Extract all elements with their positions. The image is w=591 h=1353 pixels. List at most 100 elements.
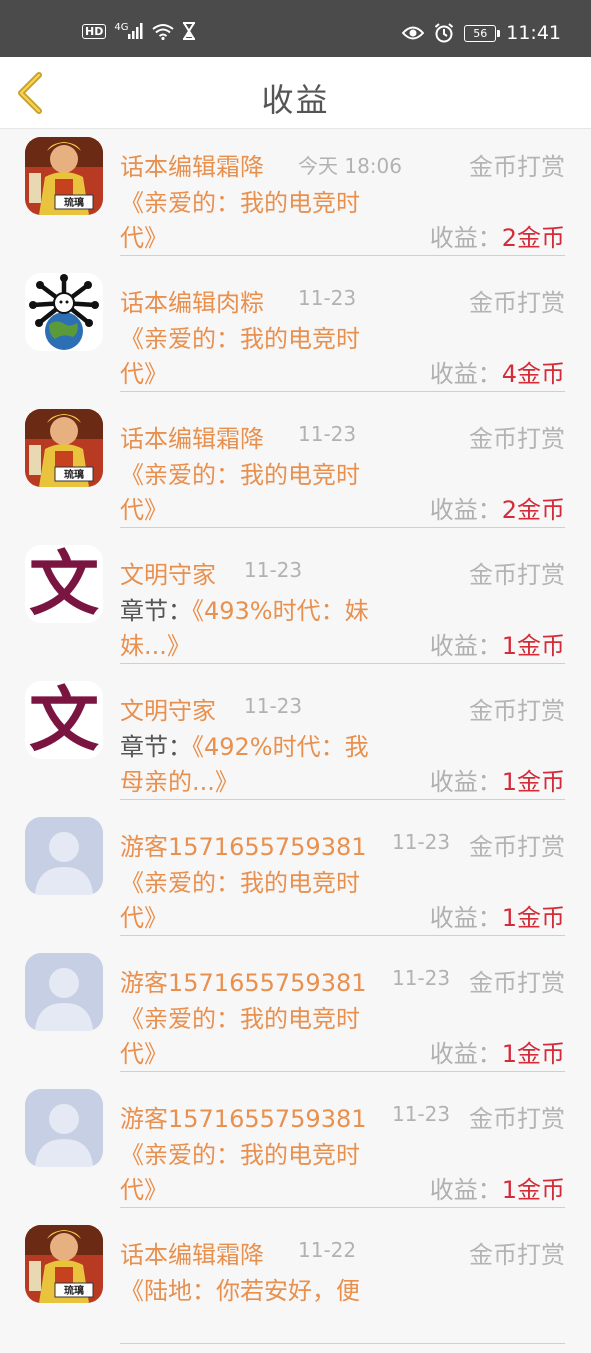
income: 收益：1金币	[430, 626, 565, 661]
timestamp: 11-23	[298, 422, 357, 446]
work-title-line1: 《亲爱的：我的电竞时	[120, 869, 360, 897]
timestamp: 11-23	[392, 830, 451, 854]
work-title[interactable]: 《亲爱的：我的电竞时	[120, 319, 360, 354]
reward-type: 金币打赏	[469, 289, 565, 317]
work-title[interactable]: 《陆地：你若安好，便	[120, 1271, 360, 1306]
timestamp: 11-23	[392, 966, 451, 990]
earning-content: 话本编辑肉粽 11-23 金币打赏《亲爱的：我的电竞时 代》 收益：4金币	[120, 265, 565, 392]
income-label: 收益：	[429, 224, 502, 252]
chapter-prefix: 章节：	[120, 733, 192, 761]
avatar-char: 文	[29, 545, 99, 623]
work-title[interactable]: 《亲爱的：我的电竞时	[120, 183, 360, 218]
earning-row[interactable]: 琉璃 话本编辑霜降 今天 18:06 金币打赏《亲爱的：我的电竞时 代》 收益：2金币	[0, 129, 591, 265]
work-title-line1: 《亲爱的：我的电竞时	[120, 1005, 360, 1033]
income: 收益：2金币	[430, 490, 565, 525]
earning-row[interactable]: 文文明守家 11-23 金币打赏 章节：《492%时代：我 母亲的...》 收益：1金币	[0, 673, 591, 809]
avatar-guest[interactable]	[25, 817, 103, 895]
work-title[interactable]: 《亲爱的：我的电竞时	[120, 455, 360, 490]
timestamp: 11-23	[298, 286, 357, 310]
income: 收益：1金币	[430, 1034, 565, 1069]
work-title[interactable]: 章节：《493%时代：妹	[120, 591, 369, 626]
work-title[interactable]: 《亲爱的：我的电竞时	[120, 999, 360, 1034]
sender-name[interactable]: 游客1571655759381	[120, 827, 367, 862]
earning-row[interactable]: 文文明守家 11-23 金币打赏 章节：《493%时代：妹 妹...》 收益：1金币	[0, 537, 591, 673]
avatar-monk[interactable]: 琉璃	[25, 137, 103, 215]
income-amount: 4金币	[501, 360, 565, 388]
svg-text:琉璃: 琉璃	[64, 468, 84, 481]
sender-name[interactable]: 文明守家	[120, 691, 216, 726]
income-label: 收益：	[429, 1040, 502, 1068]
avatar-wen[interactable]: 文	[25, 545, 103, 623]
hd-icon: HD	[82, 23, 107, 39]
avatar-monk[interactable]: 琉璃	[25, 1225, 103, 1303]
earning-row[interactable]: 游客1571655759381 11-23 金币打赏《亲爱的：我的电竞时 代》 收益：1…	[0, 945, 591, 1081]
sender-name[interactable]: 话本编辑霜降	[120, 1235, 264, 1270]
income-amount: 1金币	[501, 1176, 565, 1204]
income: 收益：2金币	[430, 218, 565, 253]
sender-name[interactable]: 话本编辑霜降	[120, 147, 264, 182]
sender-name[interactable]: 游客1571655759381	[120, 1099, 367, 1134]
sender-name[interactable]: 话本编辑霜降	[120, 419, 264, 454]
earning-content: 游客1571655759381 11-23 金币打赏《亲爱的：我的电竞时 代》 收益：1…	[120, 945, 565, 1072]
earning-row[interactable]: 琉璃 话本编辑霜降 11-22 金币打赏 《陆地：你若安好，便	[0, 1217, 591, 1353]
work-title-line1: 《亲爱的：我的电竞时	[120, 461, 360, 489]
timestamp: 今天 18:06	[298, 154, 402, 178]
income: 收益：4金币	[430, 354, 565, 389]
avatar-globe[interactable]	[25, 273, 103, 351]
sender-name[interactable]: 文明守家	[120, 555, 216, 590]
reward-type: 金币打赏	[469, 1105, 565, 1133]
page-title: 收益	[261, 81, 330, 119]
income-label: 收益：	[429, 632, 502, 660]
work-title-line2[interactable]: 妹...》	[120, 626, 191, 661]
sender-name[interactable]: 游客1571655759381	[120, 963, 367, 998]
sender-name[interactable]: 话本编辑肉粽	[120, 283, 264, 318]
status-left: HD 4G	[82, 22, 196, 40]
work-title-line2[interactable]: 母亲的...》	[120, 762, 239, 797]
income-label: 收益：	[429, 1176, 502, 1204]
battery-icon: 56	[464, 24, 501, 42]
avatar-guest[interactable]	[25, 1089, 103, 1167]
work-title-line1: 《亲爱的：我的电竞时	[120, 325, 360, 353]
work-title-line2[interactable]: 代》	[120, 490, 168, 525]
income-label: 收益：	[429, 360, 502, 388]
work-title[interactable]: 章节：《492%时代：我	[120, 727, 369, 762]
work-title-line1: 《亲爱的：我的电竞时	[120, 1141, 360, 1169]
svg-text:琉璃: 琉璃	[64, 1284, 84, 1297]
reward-type: 金币打赏	[469, 425, 565, 453]
work-title-line2[interactable]: 代》	[120, 218, 168, 253]
work-title-line2[interactable]: 代》	[120, 1034, 168, 1069]
earning-row[interactable]: 琉璃 话本编辑霜降 11-23 金币打赏《亲爱的：我的电竞时 代》 收益：2金币	[0, 401, 591, 537]
work-title-line2[interactable]: 代》	[120, 354, 168, 389]
avatar-monk[interactable]: 琉璃	[25, 409, 103, 487]
reward-type: 金币打赏	[469, 153, 565, 181]
earning-content: 游客1571655759381 11-23 金币打赏《亲爱的：我的电竞时 代》 收益：1…	[120, 1081, 565, 1208]
eye-icon	[402, 26, 425, 40]
earning-content: 话本编辑霜降 今天 18:06 金币打赏《亲爱的：我的电竞时 代》 收益：2金币	[120, 129, 565, 256]
work-title[interactable]: 《亲爱的：我的电竞时	[120, 1135, 360, 1170]
income-amount: 1金币	[501, 632, 565, 660]
reward-type: 金币打赏	[469, 969, 565, 997]
work-title[interactable]: 《亲爱的：我的电竞时	[120, 863, 360, 898]
avatar-guest[interactable]	[25, 953, 103, 1031]
work-title-line1: 《493%时代：妹	[192, 597, 369, 625]
avatar-wen[interactable]: 文	[25, 681, 103, 759]
timestamp: 11-23	[392, 1102, 451, 1126]
network-label: 4G	[114, 22, 129, 33]
status-bar: HD 4G 56 11:41	[0, 0, 591, 57]
status-right: 56 11:41	[402, 22, 561, 44]
work-title-line2[interactable]: 代》	[120, 898, 168, 933]
earning-content: 话本编辑霜降 11-22 金币打赏 《陆地：你若安好，便	[120, 1217, 565, 1344]
earning-row[interactable]: 话本编辑肉粽 11-23 金币打赏《亲爱的：我的电竞时 代》 收益：4金币	[0, 265, 591, 401]
work-title-line1: 《亲爱的：我的电竞时	[120, 189, 360, 217]
earning-content: 话本编辑霜降 11-23 金币打赏《亲爱的：我的电竞时 代》 收益：2金币	[120, 401, 565, 528]
reward-type: 金币打赏	[469, 697, 565, 725]
work-title-line2[interactable]: 代》	[120, 1170, 168, 1205]
timestamp: 11-22	[298, 1238, 357, 1262]
work-title-line1: 《492%时代：我	[192, 733, 369, 761]
income-amount: 2金币	[501, 496, 565, 524]
earning-row[interactable]: 游客1571655759381 11-23 金币打赏 《亲爱的：我的电竞时 代》 收益：1…	[0, 809, 591, 945]
income: 收益：1金币	[430, 1170, 565, 1205]
earning-row[interactable]: 游客1571655759381 11-23 金币打赏《亲爱的：我的电竞时 代》 收益：1…	[0, 1081, 591, 1217]
income-amount: 2金币	[501, 224, 565, 252]
income-label: 收益：	[429, 496, 502, 524]
